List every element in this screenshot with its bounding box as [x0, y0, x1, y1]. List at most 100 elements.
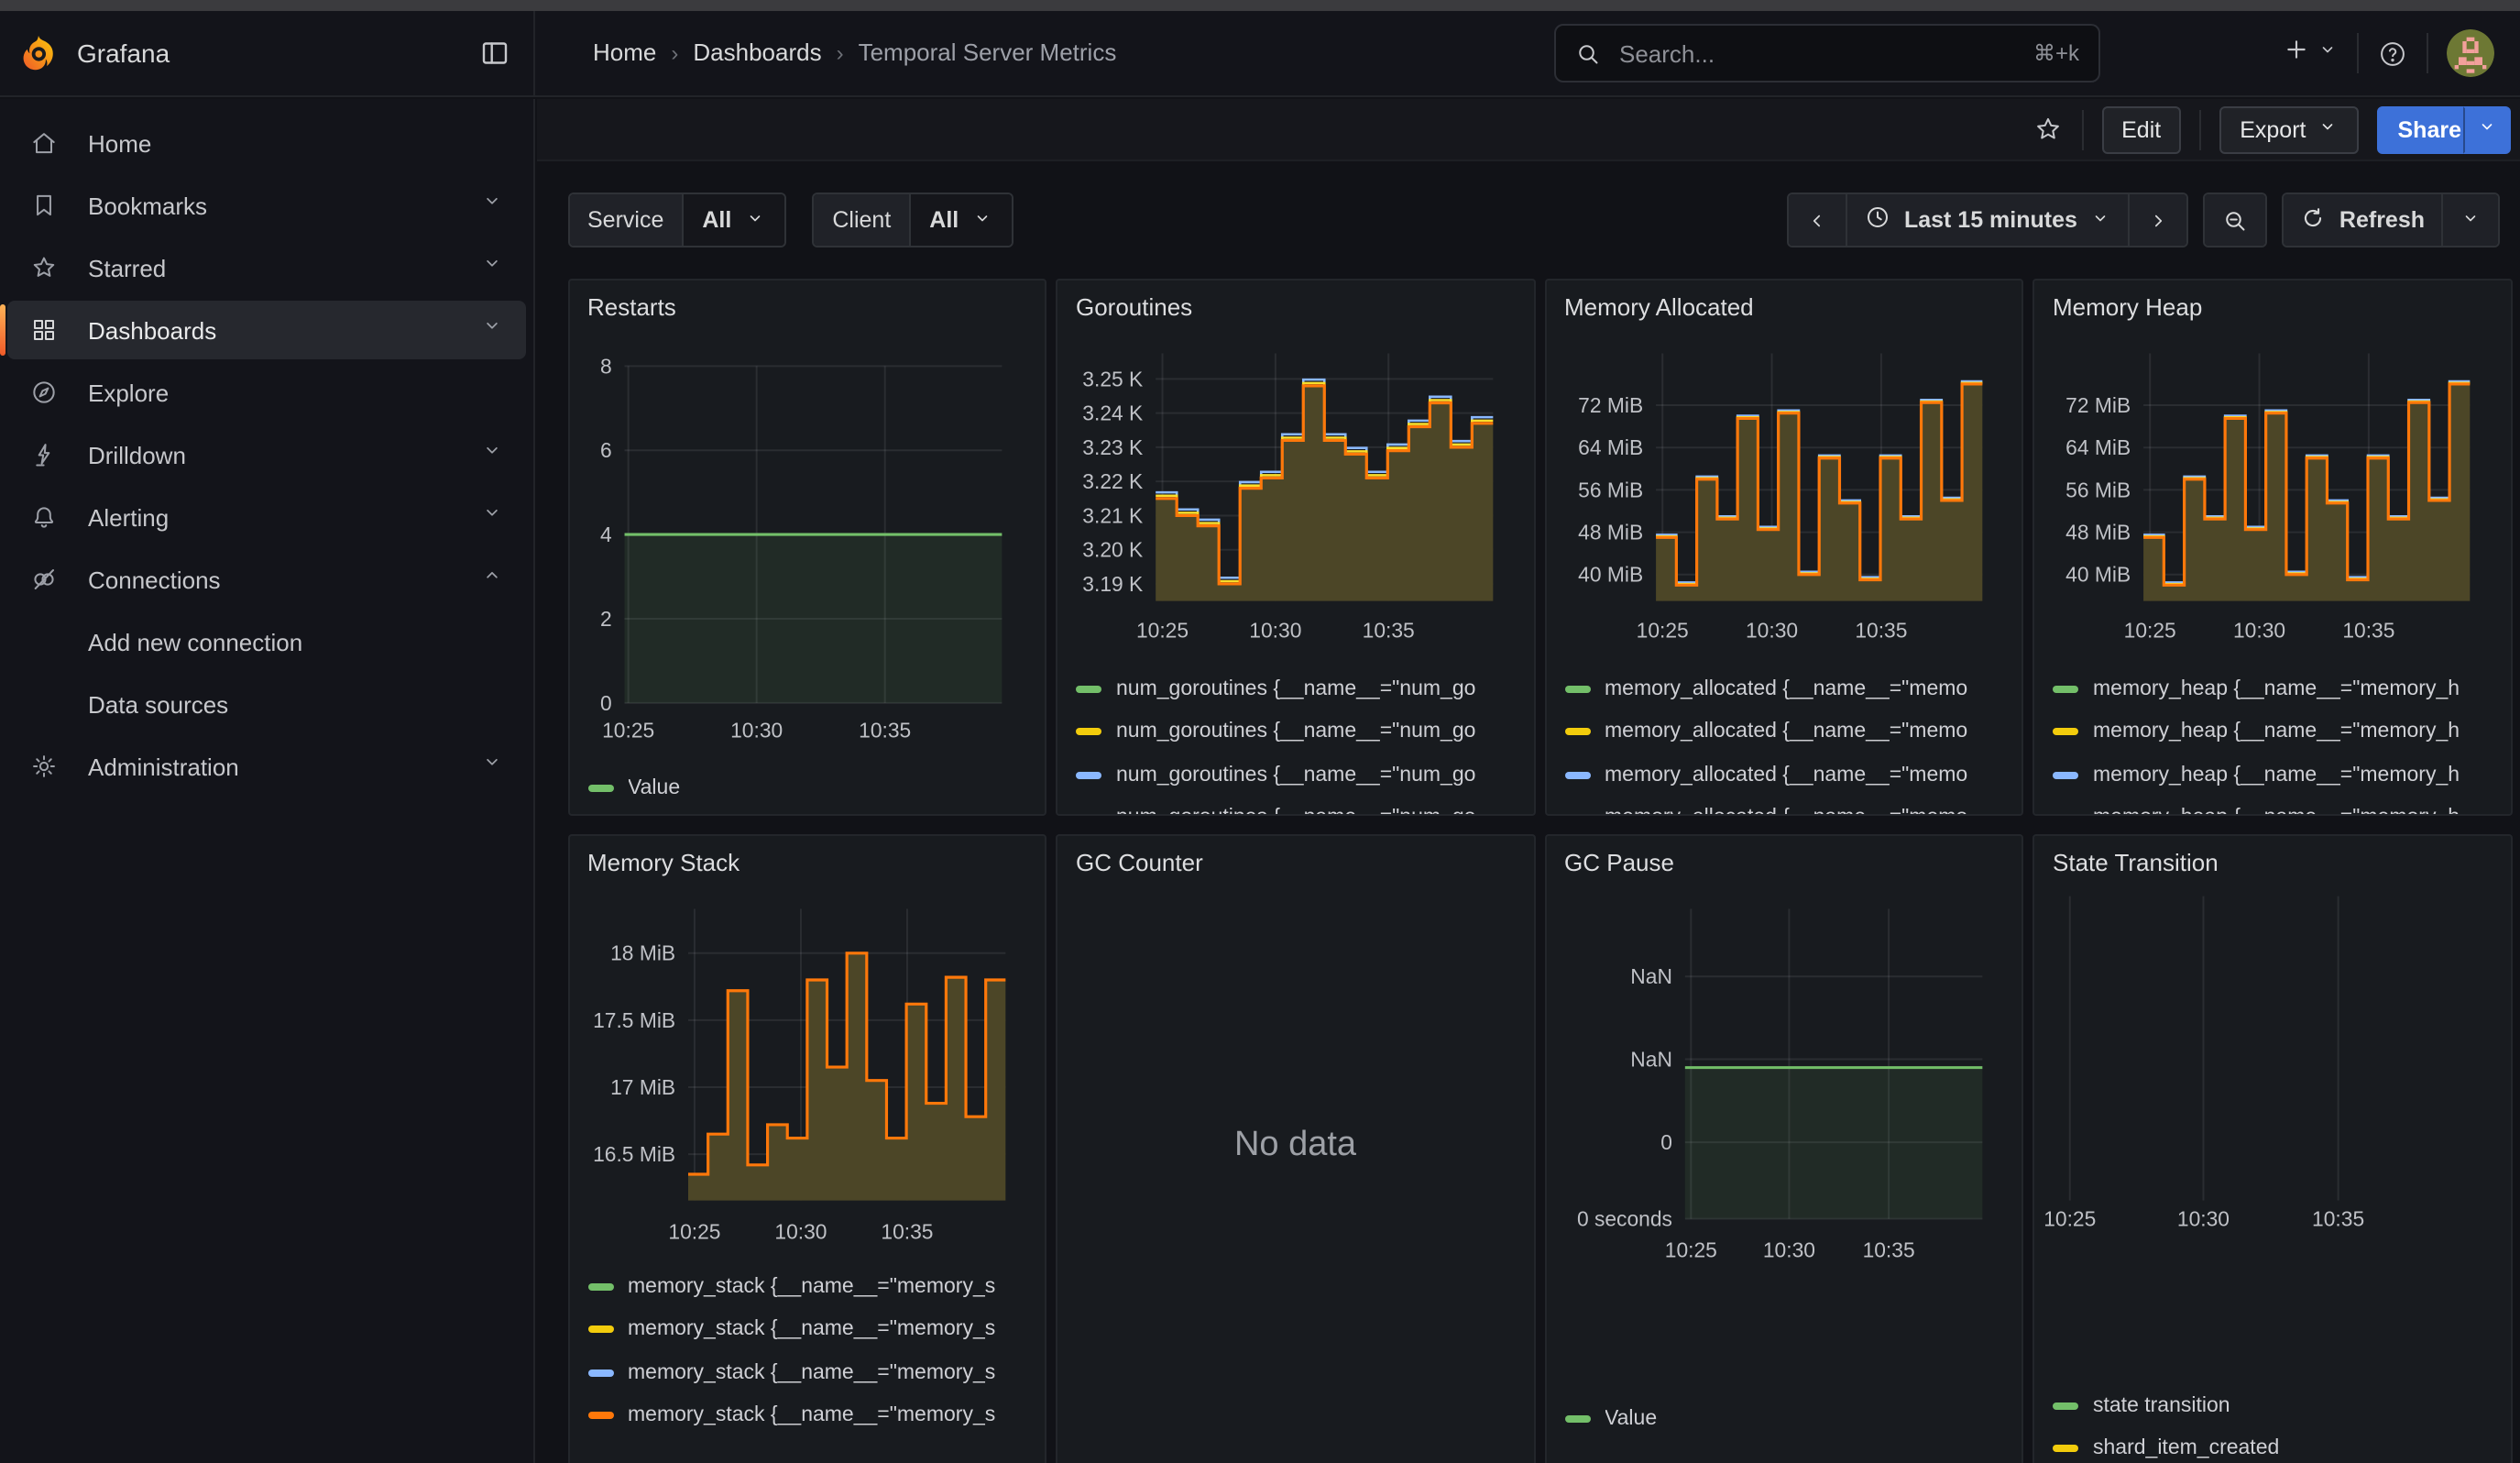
sidebar-item-starred[interactable]: Starred	[7, 238, 525, 297]
chevron-down-icon[interactable]	[479, 750, 503, 783]
filter-client[interactable]: ClientAll	[812, 192, 1013, 248]
legend-series-label: Value	[628, 777, 680, 799]
legend-item[interactable]: memory_allocated {__name__="memo	[1564, 797, 2014, 816]
panel-title[interactable]: Goroutines	[1076, 293, 1192, 321]
panel-title[interactable]: GC Counter	[1076, 849, 1203, 876]
svg-text:16.5 MiB: 16.5 MiB	[592, 1142, 674, 1166]
svg-text:3.21 K: 3.21 K	[1082, 503, 1143, 527]
svg-text:10:35: 10:35	[1363, 618, 1415, 642]
breadcrumb-item[interactable]: Dashboards	[693, 38, 821, 66]
filter-label: Client	[814, 194, 911, 246]
breadcrumb: Home›Dashboards›Temporal Server Metrics	[593, 37, 1116, 70]
time-forward-button[interactable]	[2131, 194, 2187, 246]
plus-icon	[2282, 34, 2311, 72]
legend-item[interactable]: Value	[1564, 1397, 2014, 1440]
legend-item[interactable]: memory_stack {__name__="memory_s	[587, 1265, 1037, 1308]
sidebar-item-bookmarks[interactable]: Bookmarks	[7, 176, 525, 235]
svg-text:64 MiB: 64 MiB	[2065, 435, 2131, 459]
legend-item[interactable]: shard_item_created	[2053, 1427, 2503, 1463]
legend-series-label: memory_allocated {__name__="memo	[1605, 808, 1967, 817]
legend-item[interactable]: num_goroutines {__name__="num_go	[1076, 710, 1526, 754]
svg-text:3.20 K: 3.20 K	[1082, 538, 1143, 562]
chevron-down-icon[interactable]	[479, 251, 503, 284]
svg-text:6: 6	[599, 438, 611, 462]
legend-item[interactable]: num_goroutines {__name__="num_go	[1076, 667, 1526, 710]
sidebar-item-connections[interactable]: Connections	[7, 550, 525, 609]
grafana-logo[interactable]	[18, 33, 59, 73]
sidebar-navigation: HomeBookmarksStarredDashboardsExploreDri…	[0, 99, 534, 1463]
help-button[interactable]	[2377, 38, 2408, 69]
refresh-button[interactable]: Refresh	[2284, 194, 2443, 246]
top-navigation-bar: Grafana Home›Dashboards›Temporal Server …	[0, 11, 2520, 97]
sidebar-item-administration[interactable]: Administration	[7, 737, 525, 796]
sidebar-item-alerting[interactable]: Alerting	[7, 488, 525, 546]
time-range-picker[interactable]: Last 15 minutes	[1847, 194, 2131, 246]
legend-item[interactable]: memory_stack {__name__="memory_s	[587, 1351, 1037, 1394]
legend-item[interactable]: state transition	[2053, 1384, 2503, 1427]
sidebar-item-dashboards[interactable]: Dashboards	[7, 301, 525, 359]
favorite-star-icon[interactable]	[2032, 114, 2063, 145]
legend-series-marker	[1564, 815, 1590, 817]
chart-restarts: 10:2510:3010:3586420	[569, 280, 1045, 814]
legend-item[interactable]: memory_stack {__name__="memory_s	[587, 1394, 1037, 1437]
svg-text:56 MiB: 56 MiB	[1577, 478, 1642, 501]
svg-text:72 MiB: 72 MiB	[1577, 393, 1642, 417]
edit-button[interactable]: Edit	[2101, 105, 2181, 153]
sidebar-item-explore[interactable]: Explore	[7, 363, 525, 422]
user-avatar[interactable]	[2447, 29, 2494, 77]
sidebar-item-add-new-connection[interactable]: Add new connection	[7, 612, 525, 671]
chevron-down-icon	[2317, 116, 2339, 143]
chevron-up-icon[interactable]	[479, 563, 503, 596]
chevron-down-icon[interactable]	[479, 189, 503, 222]
svg-text:18 MiB: 18 MiB	[609, 941, 674, 965]
sidebar-toggle-icon[interactable]	[477, 37, 510, 70]
legend-item[interactable]: memory_heap {__name__="memory_h	[2053, 667, 2503, 710]
svg-text:0: 0	[599, 691, 611, 715]
panel-title[interactable]: Memory Heap	[2053, 293, 2202, 321]
legend-item[interactable]: memory_allocated {__name__="memo	[1564, 667, 2014, 710]
svg-text:3.19 K: 3.19 K	[1082, 572, 1143, 596]
breadcrumb-item[interactable]: Home	[593, 38, 656, 66]
share-menu-button[interactable]	[2463, 105, 2511, 153]
zoom-out-button[interactable]	[2206, 194, 2266, 246]
divider	[2427, 33, 2428, 73]
legend-item[interactable]: num_goroutines {__name__="num_go	[1076, 754, 1526, 797]
sidebar-item-data-sources[interactable]: Data sources	[7, 675, 525, 733]
sidebar-item-drilldown[interactable]: Drilldown	[7, 425, 525, 484]
legend-item[interactable]: memory_heap {__name__="memory_h	[2053, 710, 2503, 754]
svg-text:10:35: 10:35	[1862, 1238, 1914, 1261]
sidebar-item-home[interactable]: Home	[7, 114, 525, 172]
chevron-down-icon[interactable]	[479, 314, 503, 346]
panel-title[interactable]: Restarts	[587, 293, 676, 321]
legend-series-label: memory_heap {__name__="memory_h	[2093, 764, 2460, 786]
brand-name: Grafana	[77, 38, 477, 68]
svg-text:NaN: NaN	[1629, 1047, 1671, 1071]
search-box[interactable]: ⌘+k	[1553, 24, 2099, 82]
dashboard-toolbar: Edit Export Share	[536, 99, 2520, 161]
time-back-button[interactable]	[1789, 194, 1847, 246]
legend-item[interactable]: memory_heap {__name__="memory_h	[2053, 754, 2503, 797]
add-menu-button[interactable]	[2282, 34, 2339, 72]
filter-service[interactable]: ServiceAll	[567, 192, 786, 248]
panel-title[interactable]: Memory Allocated	[1564, 293, 1754, 321]
export-button[interactable]: Export	[2219, 105, 2359, 153]
chevron-down-icon	[2460, 206, 2482, 234]
panel-title[interactable]: Memory Stack	[587, 849, 740, 876]
filter-value-dropdown[interactable]: All	[911, 194, 1012, 246]
legend-item[interactable]: memory_stack {__name__="memory_s	[587, 1308, 1037, 1351]
filter-value-dropdown[interactable]: All	[684, 194, 784, 246]
panel-title[interactable]: State Transition	[2053, 849, 2219, 876]
chevron-down-icon[interactable]	[479, 438, 503, 471]
search-input[interactable]	[1616, 38, 2019, 69]
legend-item[interactable]: Value	[587, 766, 1037, 809]
legend-item[interactable]: memory_allocated {__name__="memo	[1564, 754, 2014, 797]
breadcrumb-item: Temporal Server Metrics	[859, 38, 1117, 66]
legend-series-marker	[587, 1283, 613, 1291]
svg-text:40 MiB: 40 MiB	[2065, 563, 2131, 587]
legend-item[interactable]: memory_heap {__name__="memory_h	[2053, 797, 2503, 816]
chevron-down-icon[interactable]	[479, 500, 503, 534]
legend-item[interactable]: num_goroutines {__name__="num_go	[1076, 797, 1526, 816]
legend-item[interactable]: memory_allocated {__name__="memo	[1564, 710, 2014, 754]
panel-title[interactable]: GC Pause	[1564, 849, 1674, 876]
refresh-interval-button[interactable]	[2443, 194, 2498, 246]
